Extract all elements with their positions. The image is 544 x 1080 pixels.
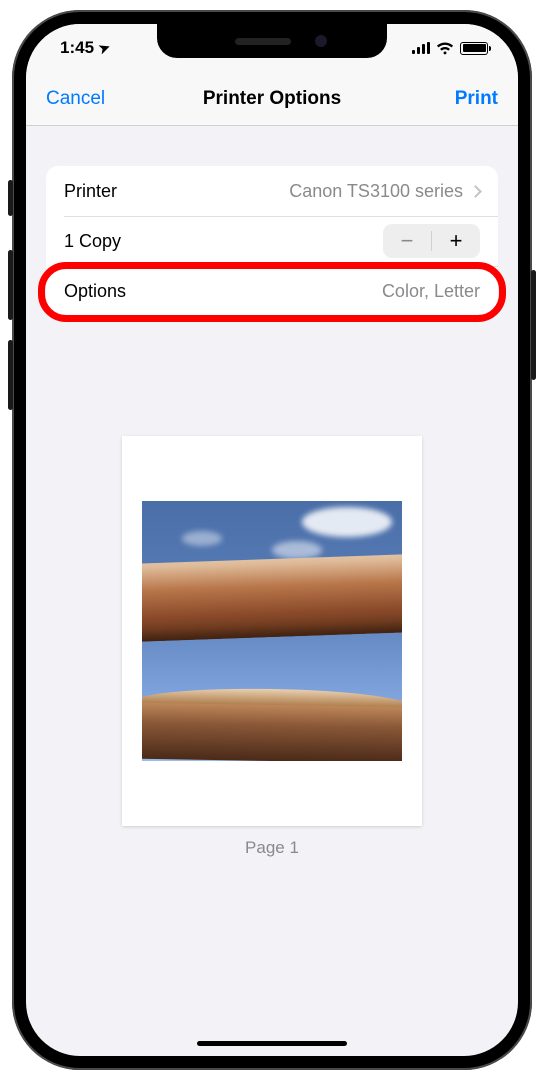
printer-label: Printer bbox=[64, 181, 117, 202]
cellular-icon bbox=[412, 42, 430, 54]
cancel-button[interactable]: Cancel bbox=[46, 88, 105, 110]
settings-list: Printer Canon TS3100 series 1 Copy − + bbox=[46, 166, 498, 316]
volume-down-button bbox=[8, 340, 13, 410]
location-icon: ➤ bbox=[95, 37, 113, 58]
print-button[interactable]: Print bbox=[455, 88, 498, 110]
preview-area: Page 1 bbox=[46, 436, 498, 858]
battery-icon bbox=[460, 42, 488, 55]
options-row[interactable]: Options Color, Letter bbox=[46, 266, 498, 316]
status-left: 1:45 ➤ bbox=[60, 38, 111, 58]
phone-frame: 1:45 ➤ Cancel Printer Options Print P bbox=[12, 10, 532, 1070]
printer-row[interactable]: Printer Canon TS3100 series bbox=[46, 166, 498, 216]
options-value: Color, Letter bbox=[382, 281, 480, 302]
chevron-right-icon bbox=[469, 185, 482, 198]
copies-row: 1 Copy − + bbox=[46, 216, 498, 266]
page-number-label: Page 1 bbox=[245, 838, 299, 858]
printer-value: Canon TS3100 series bbox=[289, 181, 463, 202]
preview-image bbox=[142, 501, 402, 761]
page-preview[interactable] bbox=[122, 436, 422, 826]
printer-value-wrap: Canon TS3100 series bbox=[289, 181, 480, 202]
status-right bbox=[412, 42, 488, 55]
copies-label: 1 Copy bbox=[64, 231, 121, 252]
speaker-grille bbox=[235, 38, 291, 45]
copies-increment-button[interactable]: + bbox=[432, 224, 480, 258]
status-time: 1:45 bbox=[60, 38, 94, 58]
volume-up-button bbox=[8, 250, 13, 320]
nav-bar: Cancel Printer Options Print bbox=[26, 72, 518, 126]
copies-decrement-button[interactable]: − bbox=[383, 224, 431, 258]
copies-stepper: − + bbox=[383, 224, 480, 258]
front-camera bbox=[315, 35, 327, 47]
power-button bbox=[531, 270, 536, 380]
notch bbox=[157, 24, 387, 58]
wifi-icon bbox=[436, 42, 454, 55]
screen: 1:45 ➤ Cancel Printer Options Print P bbox=[26, 24, 518, 1056]
content-area: Printer Canon TS3100 series 1 Copy − + bbox=[26, 126, 518, 858]
home-indicator[interactable] bbox=[197, 1041, 347, 1046]
options-label: Options bbox=[64, 281, 126, 302]
mute-switch bbox=[8, 180, 13, 216]
